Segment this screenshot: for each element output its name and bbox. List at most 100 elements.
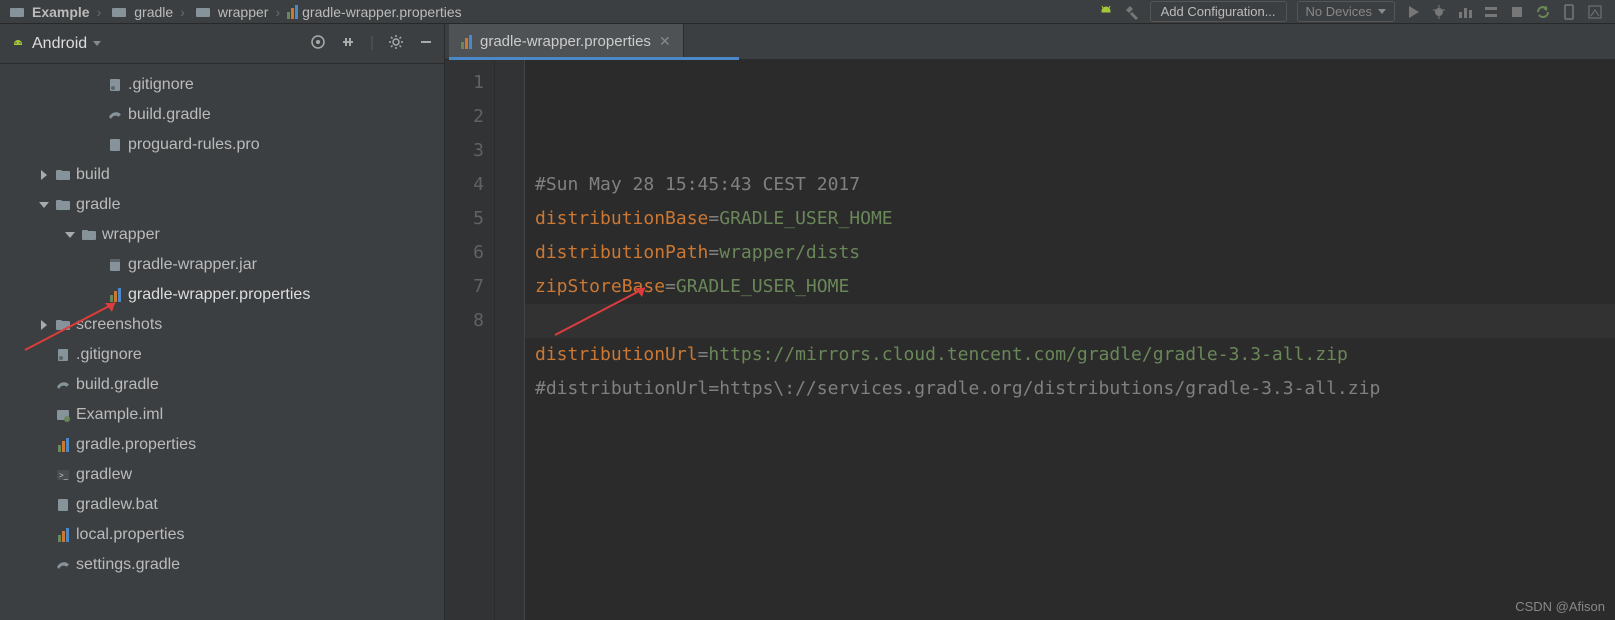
collapse-icon[interactable] [340,34,356,54]
tree-file[interactable]: gradle.properties [0,430,444,460]
tree-label: .gitignore [128,76,194,94]
chevron-down-icon [1378,9,1386,14]
tree-file[interactable]: build.gradle [0,100,444,130]
tree-file[interactable]: settings.gradle [0,550,444,580]
editor-tabs: gradle-wrapper.properties ✕ [445,24,1615,60]
twisty-icon[interactable] [41,170,47,180]
editor-tab[interactable]: gradle-wrapper.properties ✕ [449,24,684,59]
tree-folder[interactable]: gradle [0,190,444,220]
hide-icon[interactable] [418,34,434,54]
tree-file[interactable]: proguard-rules.pro [0,130,444,160]
device-selector[interactable]: No Devices [1297,1,1395,22]
tree-label: gradlew.bat [76,496,158,514]
stop-icon[interactable] [1509,4,1525,20]
close-tab-icon[interactable]: ✕ [659,33,671,50]
breadcrumb-item[interactable]: gradle-wrapper.properties [287,4,462,20]
attach-icon[interactable] [1483,4,1499,20]
tree-folder[interactable]: screenshots [0,310,444,340]
folder-icon [52,197,74,213]
project-sidebar: Android | .gitignore build.gradle proguard… [0,24,445,620]
folder-icon [52,317,74,333]
breadcrumb-item[interactable]: gradle› [108,4,188,20]
tree-label: gradlew [76,466,132,484]
debug-icon[interactable] [1431,4,1447,20]
editor-pane: gradle-wrapper.properties ✕ 12345678 #Su… [445,24,1615,620]
tree-label: local.properties [76,526,185,544]
tree-file[interactable]: gradlew.bat [0,490,444,520]
breadcrumbs: Example› gradle› wrapper› gradle-wrapper… [6,4,462,20]
add-configuration-button[interactable]: Add Configuration... [1150,1,1287,22]
tree-file[interactable]: build.gradle [0,370,444,400]
editor-body[interactable]: 12345678 #Sun May 28 15:45:43 CEST 2017d… [445,60,1615,620]
twisty-icon[interactable] [65,232,75,238]
file-icon [52,438,74,452]
tree-label: gradle-wrapper.properties [128,286,310,304]
file-icon [52,497,74,513]
tree-folder[interactable]: wrapper [0,220,444,250]
tree-file[interactable]: Example.iml [0,400,444,430]
file-icon [104,107,126,123]
sidebar-header: Android | [0,24,444,64]
file-icon: >_ [52,467,74,483]
chevron-down-icon [93,41,101,46]
tree-label: gradle-wrapper.jar [128,256,257,274]
file-icon [104,137,126,153]
code-line[interactable]: #distributionUrl=https\://services.gradl… [535,372,1605,406]
hammer-icon[interactable] [1124,4,1140,20]
file-icon [52,347,74,363]
file-icon [52,528,74,542]
tree-label: gradle [76,196,120,214]
breadcrumb-item[interactable]: wrapper› [192,4,283,20]
tree-file[interactable]: .gitignore [0,70,444,100]
tree-label: settings.gradle [76,556,180,574]
tree-label: wrapper [102,226,160,244]
folder-icon [78,227,100,243]
code-area[interactable]: #Sun May 28 15:45:43 CEST 2017distributi… [525,60,1615,620]
code-line[interactable]: zipStoreBase=GRADLE_USER_HOME [535,270,1605,304]
tree-label: gradle.properties [76,436,196,454]
twisty-icon[interactable] [41,320,47,330]
twisty-icon[interactable] [39,202,49,208]
sync-icon[interactable] [1535,4,1551,20]
file-icon [52,407,74,423]
sdk-icon[interactable] [1587,4,1603,20]
toolbar-actions: Add Configuration... No Devices [1098,1,1609,22]
code-line[interactable]: #Sun May 28 15:45:43 CEST 2017 [535,168,1605,202]
tree-label: Example.iml [76,406,163,424]
file-icon [52,377,74,393]
sidebar-view-selector[interactable]: Android [10,35,101,53]
tree-file[interactable]: gradle-wrapper.jar [0,250,444,280]
tree-label: build [76,166,110,184]
code-line[interactable] [535,406,1605,440]
tree-file[interactable]: >_ gradlew [0,460,444,490]
code-line[interactable]: distributionUrl=https://mirrors.cloud.te… [535,338,1605,372]
file-icon [104,77,126,93]
breadcrumb-item[interactable]: Example› [6,4,104,20]
avd-icon[interactable] [1561,4,1577,20]
android-icon[interactable] [1098,4,1114,20]
tree-label: screenshots [76,316,162,334]
profiler-icon[interactable] [1457,4,1473,20]
code-line[interactable]: distributionPath=wrapper/dists [535,236,1605,270]
target-icon[interactable] [310,34,326,54]
top-bar: Example› gradle› wrapper› gradle-wrapper… [0,0,1615,24]
run-icon[interactable] [1405,4,1421,20]
code-line[interactable]: distributionBase=GRADLE_USER_HOME [535,202,1605,236]
current-line-highlight [525,304,1615,338]
tree-file[interactable]: gradle-wrapper.properties [0,280,444,310]
gear-icon[interactable] [388,34,404,54]
tree-label: build.gradle [76,376,159,394]
tree-label: .gitignore [76,346,142,364]
file-icon [104,288,126,302]
file-icon [104,257,126,273]
svg-text:>_: >_ [59,471,69,480]
tree-file[interactable]: local.properties [0,520,444,550]
tree-label: build.gradle [128,106,211,124]
folder-icon [52,167,74,183]
project-tree[interactable]: .gitignore build.gradle proguard-rules.pro… [0,64,444,620]
gutter: 12345678 [445,60,495,620]
file-icon [52,557,74,573]
watermark: CSDN @Afison [1515,599,1605,614]
tree-folder[interactable]: build [0,160,444,190]
tree-file[interactable]: .gitignore [0,340,444,370]
